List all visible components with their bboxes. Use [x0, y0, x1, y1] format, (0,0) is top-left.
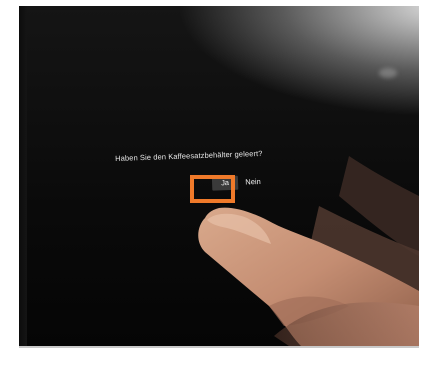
bottom-frame: [19, 346, 419, 348]
highlight-box: [190, 175, 235, 203]
